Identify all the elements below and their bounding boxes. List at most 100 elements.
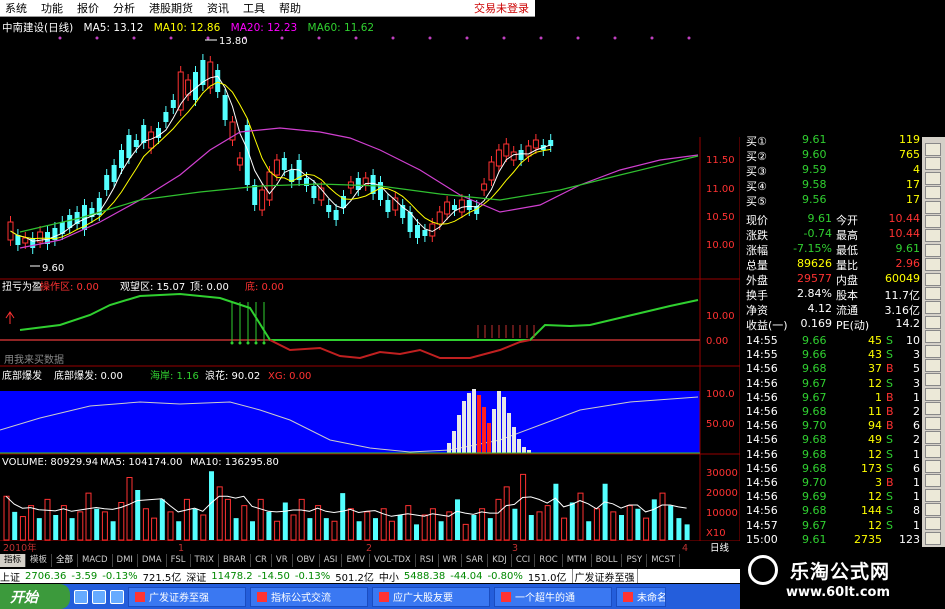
tool-icon[interactable] <box>925 373 941 387</box>
candle-body-down <box>422 230 428 236</box>
buy-level-label: 买⑤ <box>746 195 767 208</box>
f4-icon[interactable] <box>925 186 941 200</box>
task-label: 一个超牛的通 <box>515 593 575 604</box>
signal-dot <box>169 36 173 40</box>
volume-bar-up <box>610 511 617 541</box>
exit-icon[interactable] <box>925 488 941 502</box>
left-arrow-icon[interactable] <box>925 315 941 329</box>
tab-rsi[interactable]: RSI <box>416 554 439 567</box>
tab-asi[interactable]: ASI <box>320 554 343 567</box>
ind1-green-dot <box>246 341 250 345</box>
tab-vol-tdx[interactable]: VOL-TDX <box>370 554 416 567</box>
tab-obv[interactable]: OBV <box>293 554 320 567</box>
quicklaunch-desktop-icon[interactable] <box>92 589 106 604</box>
mail-icon[interactable] <box>925 531 941 545</box>
sz-change: -14.50 <box>257 570 290 582</box>
calc-icon[interactable] <box>925 503 941 516</box>
task-unnamed[interactable]: 未命名 <box>616 586 666 607</box>
down-arrow-icon[interactable] <box>925 301 941 315</box>
up-arrow-icon[interactable] <box>925 287 941 300</box>
print-icon[interactable] <box>925 416 941 430</box>
tab-boll[interactable]: BOLL <box>592 554 623 567</box>
list-icon[interactable] <box>925 243 941 257</box>
buy-row: 买④ 9.58 17 <box>740 178 922 193</box>
buy-volume: 17 <box>906 178 920 191</box>
tab-trix[interactable]: TRIX <box>191 554 219 567</box>
star-icon[interactable] <box>925 459 941 473</box>
tab-fsl[interactable]: FSL <box>167 554 191 567</box>
right-arrow-icon[interactable] <box>925 330 941 344</box>
signal-dot <box>95 36 99 40</box>
tab-brar[interactable]: BRAR <box>219 554 252 567</box>
low-price-label: 9.60 <box>42 263 64 274</box>
f6-icon[interactable] <box>925 215 941 228</box>
quicklaunch-media-icon[interactable] <box>110 589 124 604</box>
ma10-label: MA10: 12.86 <box>153 22 221 34</box>
f1-icon[interactable] <box>925 143 941 156</box>
task-forum[interactable]: 指标公式交流 <box>250 586 368 607</box>
f3-icon[interactable] <box>925 171 941 185</box>
refresh-icon[interactable] <box>925 474 941 488</box>
info-icon[interactable] <box>925 387 941 401</box>
tab-dmi[interactable]: DMI <box>113 554 138 567</box>
task-page3[interactable]: 一个超牛的通 <box>494 586 612 607</box>
news-icon[interactable] <box>925 517 941 531</box>
volume-bar-down <box>12 511 18 540</box>
signal-dot <box>206 36 210 40</box>
tick-time: 14:56 <box>746 362 778 376</box>
app-icon <box>379 591 389 602</box>
tick-price: 9.68 <box>802 504 827 518</box>
task-broker[interactable]: 广发证券至强 <box>128 586 246 607</box>
main-chart-title-row: 中南建设(日线) MA5: 13.12 MA10: 12.86 MA20: 12… <box>2 20 381 35</box>
tab-mcst[interactable]: MCST <box>647 554 681 567</box>
tab-emv[interactable]: EMV <box>342 554 370 567</box>
quicklaunch-ie-icon[interactable] <box>74 589 88 604</box>
book-icon[interactable] <box>925 359 941 372</box>
tab-kdj[interactable]: KDJ <box>488 554 512 567</box>
chart-icon[interactable] <box>925 229 941 243</box>
tab-dma[interactable]: DMA <box>138 554 167 567</box>
tab-cr[interactable]: CR <box>251 554 272 567</box>
settings-icon[interactable] <box>925 402 941 416</box>
zoom-in-icon[interactable] <box>925 258 941 272</box>
app-icon <box>135 591 145 602</box>
candle-body-down <box>466 200 472 210</box>
help-icon[interactable] <box>925 445 941 459</box>
tab-mtm[interactable]: MTM <box>563 554 592 567</box>
grid-icon[interactable] <box>925 344 941 358</box>
tab-sar[interactable]: SAR <box>462 554 489 567</box>
tick-count: 2 <box>913 405 920 418</box>
stat-label: 总量 <box>746 259 768 272</box>
tab-roc[interactable]: ROC <box>535 554 563 567</box>
volume-bar-down <box>176 521 182 540</box>
window-icon[interactable] <box>925 431 941 444</box>
task-page2[interactable]: 应广大股友要 <box>372 586 490 607</box>
candle-body-up <box>259 189 266 211</box>
signal-dot <box>576 36 580 40</box>
vol-ma10: MA10: 136295.80 <box>190 457 279 468</box>
ind2-y-tick-50: 50.00 <box>706 419 735 430</box>
tab-cci[interactable]: CCI <box>512 554 536 567</box>
x-axis-period[interactable]: 日线 <box>710 542 730 554</box>
tick-time: 14:55 <box>746 348 778 362</box>
zoom-out-icon[interactable] <box>925 272 941 286</box>
tab-macd[interactable]: MACD <box>78 554 113 567</box>
tab-全部[interactable]: 全部 <box>52 554 79 567</box>
stat-label: 股本 <box>836 289 858 302</box>
tab-psy[interactable]: PSY <box>622 554 648 567</box>
candle-body-up <box>503 143 510 157</box>
tab-wr[interactable]: WR <box>439 554 462 567</box>
tab-模板[interactable]: 模板 <box>26 554 53 567</box>
broker-name[interactable]: 广发证券至强 <box>571 569 638 583</box>
volume-bar-down <box>36 518 42 540</box>
tab-vr[interactable]: VR <box>272 554 293 567</box>
f2-icon[interactable] <box>925 157 941 171</box>
tick-price: 9.68 <box>802 362 827 376</box>
start-button[interactable]: 开始 <box>0 584 70 609</box>
y-tick-11-50: 11.50 <box>706 155 735 166</box>
tab-指标[interactable]: 指标 <box>0 554 27 567</box>
stat-row: 总量 89626 量比 2.96 <box>740 257 922 272</box>
tick-volume: 12 <box>868 376 882 390</box>
f5-icon[interactable] <box>925 200 941 214</box>
tick-row: 14:57 9.67 12 S 1 <box>740 519 922 534</box>
